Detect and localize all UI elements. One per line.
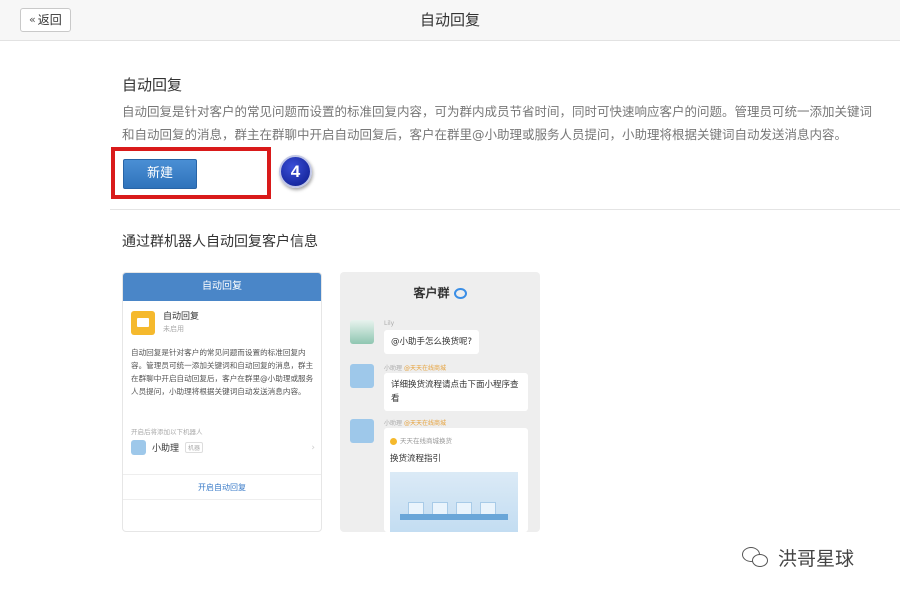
bot-avatar-icon bbox=[350, 419, 374, 443]
bot-avatar-icon bbox=[350, 364, 374, 388]
msg2-bubble: 详细换货流程请点击下面小程序查看 bbox=[384, 373, 528, 411]
preview-group-title: 客户群 bbox=[340, 284, 540, 301]
section-description: 自动回复是针对客户的常见问题而设置的标准回复内容，可为群内成员节省时间，同时可快… bbox=[122, 100, 892, 146]
preview-robot-tag: 机器 bbox=[185, 442, 204, 453]
wechat-icon bbox=[742, 546, 770, 569]
preview-app-status: 未启用 bbox=[163, 325, 184, 333]
preview-app-name: 自动回复 bbox=[163, 312, 200, 322]
group-title-text: 客户群 bbox=[413, 286, 450, 300]
msg1-bubble: @小助手怎么换货呢? bbox=[384, 330, 480, 354]
preview-header: 自动回复 bbox=[123, 273, 321, 301]
page-title: 自动回复 bbox=[419, 11, 480, 29]
watermark: 洪哥星球 bbox=[742, 544, 854, 571]
preview-robot-row: 小助理 机器 › bbox=[131, 440, 315, 455]
chevron-right-icon: › bbox=[311, 442, 315, 453]
preview-body-text: 自动回复是针对客户的常见问题而设置的标准回复内容。管理员可统一添加关键词和自动回… bbox=[131, 348, 314, 396]
msg2-nick-group: @天天在线商城 bbox=[403, 365, 446, 372]
preview-enable-button: 开启自动回复 bbox=[123, 474, 321, 500]
msg2-nick: 小助理 @天天在线商城 bbox=[384, 363, 446, 372]
robot-section-title: 通过群机器人自动回复客户信息 bbox=[122, 234, 318, 250]
preview-robot-name: 小助理 bbox=[152, 444, 180, 454]
divider bbox=[110, 209, 900, 210]
msg1-nick: Lily bbox=[384, 320, 395, 327]
preview-robot-hint: 开启后将添加以下机器人 bbox=[131, 428, 203, 436]
msg2-nick-name: 小助理 bbox=[384, 365, 403, 372]
new-button[interactable]: 新建 bbox=[123, 159, 197, 189]
msg3-nick: 小助理 @天天在线商城 bbox=[384, 418, 446, 427]
mini-program-shop: 天天在线商城换货 bbox=[390, 434, 522, 448]
mini-program-thumbnail bbox=[390, 472, 518, 532]
top-bar: « 返回 自动回复 bbox=[0, 0, 900, 41]
auto-reply-app-icon bbox=[131, 311, 155, 335]
msg3-nick-group: @天天在线商城 bbox=[403, 420, 446, 427]
description-line-1: 自动回复是针对客户的常见问题而设置的标准回复内容，可为群内成员节省时间，同时可快… bbox=[122, 104, 873, 119]
page: « 返回 自动回复 自动回复 自动回复是针对客户的常见问题而设置的标准回复内容，… bbox=[0, 0, 900, 600]
msg3-nick-name: 小助理 bbox=[384, 420, 403, 427]
mini-program-card: 天天在线商城换货 换货流程指引 bbox=[384, 428, 528, 532]
preview-auto-reply-card: 自动回复 自动回复 未启用 自动回复是针对客户的常见问题而设置的标准回复内容。管… bbox=[122, 272, 322, 532]
robot-avatar-icon bbox=[131, 440, 146, 455]
preview-app-info: 自动回复 未启用 bbox=[131, 311, 199, 335]
section-title: 自动回复 bbox=[122, 76, 183, 94]
preview-customer-group-card: 客户群 Lily @小助手怎么换货呢? 小助理 @天天在线商城 详细换货流程请点… bbox=[340, 272, 540, 532]
lily-avatar bbox=[350, 320, 374, 344]
chat-bubble-icon bbox=[453, 288, 467, 299]
conveyor-belt bbox=[400, 514, 508, 520]
mini-program-title: 换货流程指引 bbox=[390, 454, 442, 464]
description-line-2: 和自动回复的消息，群主在群聊中开启自动回复后，客户在群里@小助理或服务人员提问，… bbox=[122, 127, 848, 142]
step-number-badge: 4 bbox=[279, 155, 312, 188]
watermark-text: 洪哥星球 bbox=[778, 548, 855, 570]
